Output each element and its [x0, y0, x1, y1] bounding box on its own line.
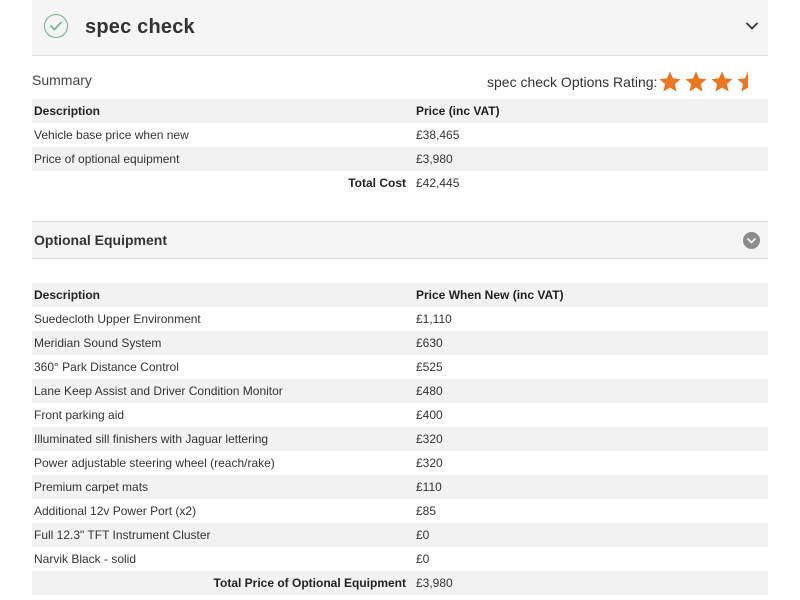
chevron-down-icon[interactable] [744, 18, 760, 34]
header-price: Price When New (inc VAT) [410, 283, 768, 307]
row-price: £400 [416, 408, 443, 422]
row-description: 360° Park Distance Control [34, 360, 179, 374]
star-full-icon [711, 71, 733, 92]
table-row: Front parking aid £400 [32, 403, 768, 427]
table-row: Illuminated sill finishers with Jaguar l… [32, 427, 768, 451]
table-row: Meridian Sound System £630 [32, 331, 768, 355]
spec-check-header[interactable]: spec check [32, 0, 768, 56]
header-price: Price (inc VAT) [410, 99, 768, 123]
total-row: Total Cost £42,445 [32, 171, 768, 195]
row-description: Illuminated sill finishers with Jaguar l… [32, 427, 410, 451]
table-row: Premium carpet mats £110 [32, 475, 768, 499]
table-row: Suedecloth Upper Environment £1,110 [32, 307, 768, 331]
row-price: £1,110 [416, 312, 452, 326]
table-header-row: Description Price When New (inc VAT) [32, 283, 768, 307]
star-full-icon [685, 71, 707, 92]
table-row: Narvik Black - solid £0 [32, 547, 768, 571]
header-description: Description [32, 99, 410, 123]
row-price: £0 [410, 523, 768, 547]
table-row: Power adjustable steering wheel (reach/r… [32, 451, 768, 475]
check-circle-icon [44, 14, 68, 38]
row-description: Narvik Black - solid [34, 552, 137, 566]
star-rating [658, 70, 760, 94]
row-price: £320 [416, 456, 443, 470]
row-price: £3,980 [410, 147, 768, 171]
row-description: Additional 12v Power Port (x2) [34, 504, 197, 518]
optional-equipment-header[interactable]: Optional Equipment [32, 221, 768, 259]
row-price: £320 [410, 427, 768, 451]
row-price: £480 [410, 379, 768, 403]
row-price: £85 [416, 504, 437, 518]
total-value: £3,980 [410, 571, 768, 595]
row-description: Suedecloth Upper Environment [34, 312, 201, 326]
table-row: Vehicle base price when new £38,465 [32, 123, 768, 147]
row-price: £110 [410, 475, 768, 499]
table-row: 360° Park Distance Control £525 [32, 355, 768, 379]
table-header-row: Description Price (inc VAT) [32, 99, 768, 123]
row-description: Premium carpet mats [32, 475, 410, 499]
star-half-icon [737, 71, 748, 92]
total-value: £42,445 [416, 176, 460, 190]
table-row: Price of optional equipment £3,980 [32, 147, 768, 171]
row-price: £630 [410, 331, 768, 355]
row-price: £38,465 [416, 128, 460, 142]
chevron-down-circle-icon[interactable] [743, 232, 760, 249]
row-price: £525 [416, 360, 443, 374]
spec-check-panel: spec check Summary spec check Options Ra… [32, 0, 768, 595]
optional-equipment-title: Optional Equipment [34, 232, 167, 248]
row-description: Vehicle base price when new [34, 128, 189, 142]
optional-equipment-table: Description Price When New (inc VAT) Sue… [32, 283, 768, 595]
row-price: £0 [416, 552, 430, 566]
row-description: Full 12.3" TFT Instrument Cluster [32, 523, 410, 547]
summary-row: Summary spec check Options Rating: [32, 70, 768, 96]
row-description: Power adjustable steering wheel (reach/r… [34, 456, 275, 470]
total-row: Total Price of Optional Equipment £3,980 [32, 571, 768, 595]
star-full-icon [659, 71, 681, 92]
row-description: Meridian Sound System [32, 331, 410, 355]
row-description: Front parking aid [34, 408, 125, 422]
row-description: Lane Keep Assist and Driver Condition Mo… [32, 379, 410, 403]
header-title: spec check [85, 16, 195, 38]
total-label: Total Price of Optional Equipment [32, 571, 410, 595]
table-row: Lane Keep Assist and Driver Condition Mo… [32, 379, 768, 403]
table-row: Full 12.3" TFT Instrument Cluster £0 [32, 523, 768, 547]
row-description: Price of optional equipment [32, 147, 410, 171]
total-label: Total Cost [348, 176, 406, 190]
rating-label: spec check Options Rating: [487, 74, 658, 90]
summary-label: Summary [32, 72, 92, 88]
summary-table: Description Price (inc VAT) Vehicle base… [32, 99, 768, 195]
table-row: Additional 12v Power Port (x2) £85 [32, 499, 768, 523]
header-description: Description [32, 283, 410, 307]
